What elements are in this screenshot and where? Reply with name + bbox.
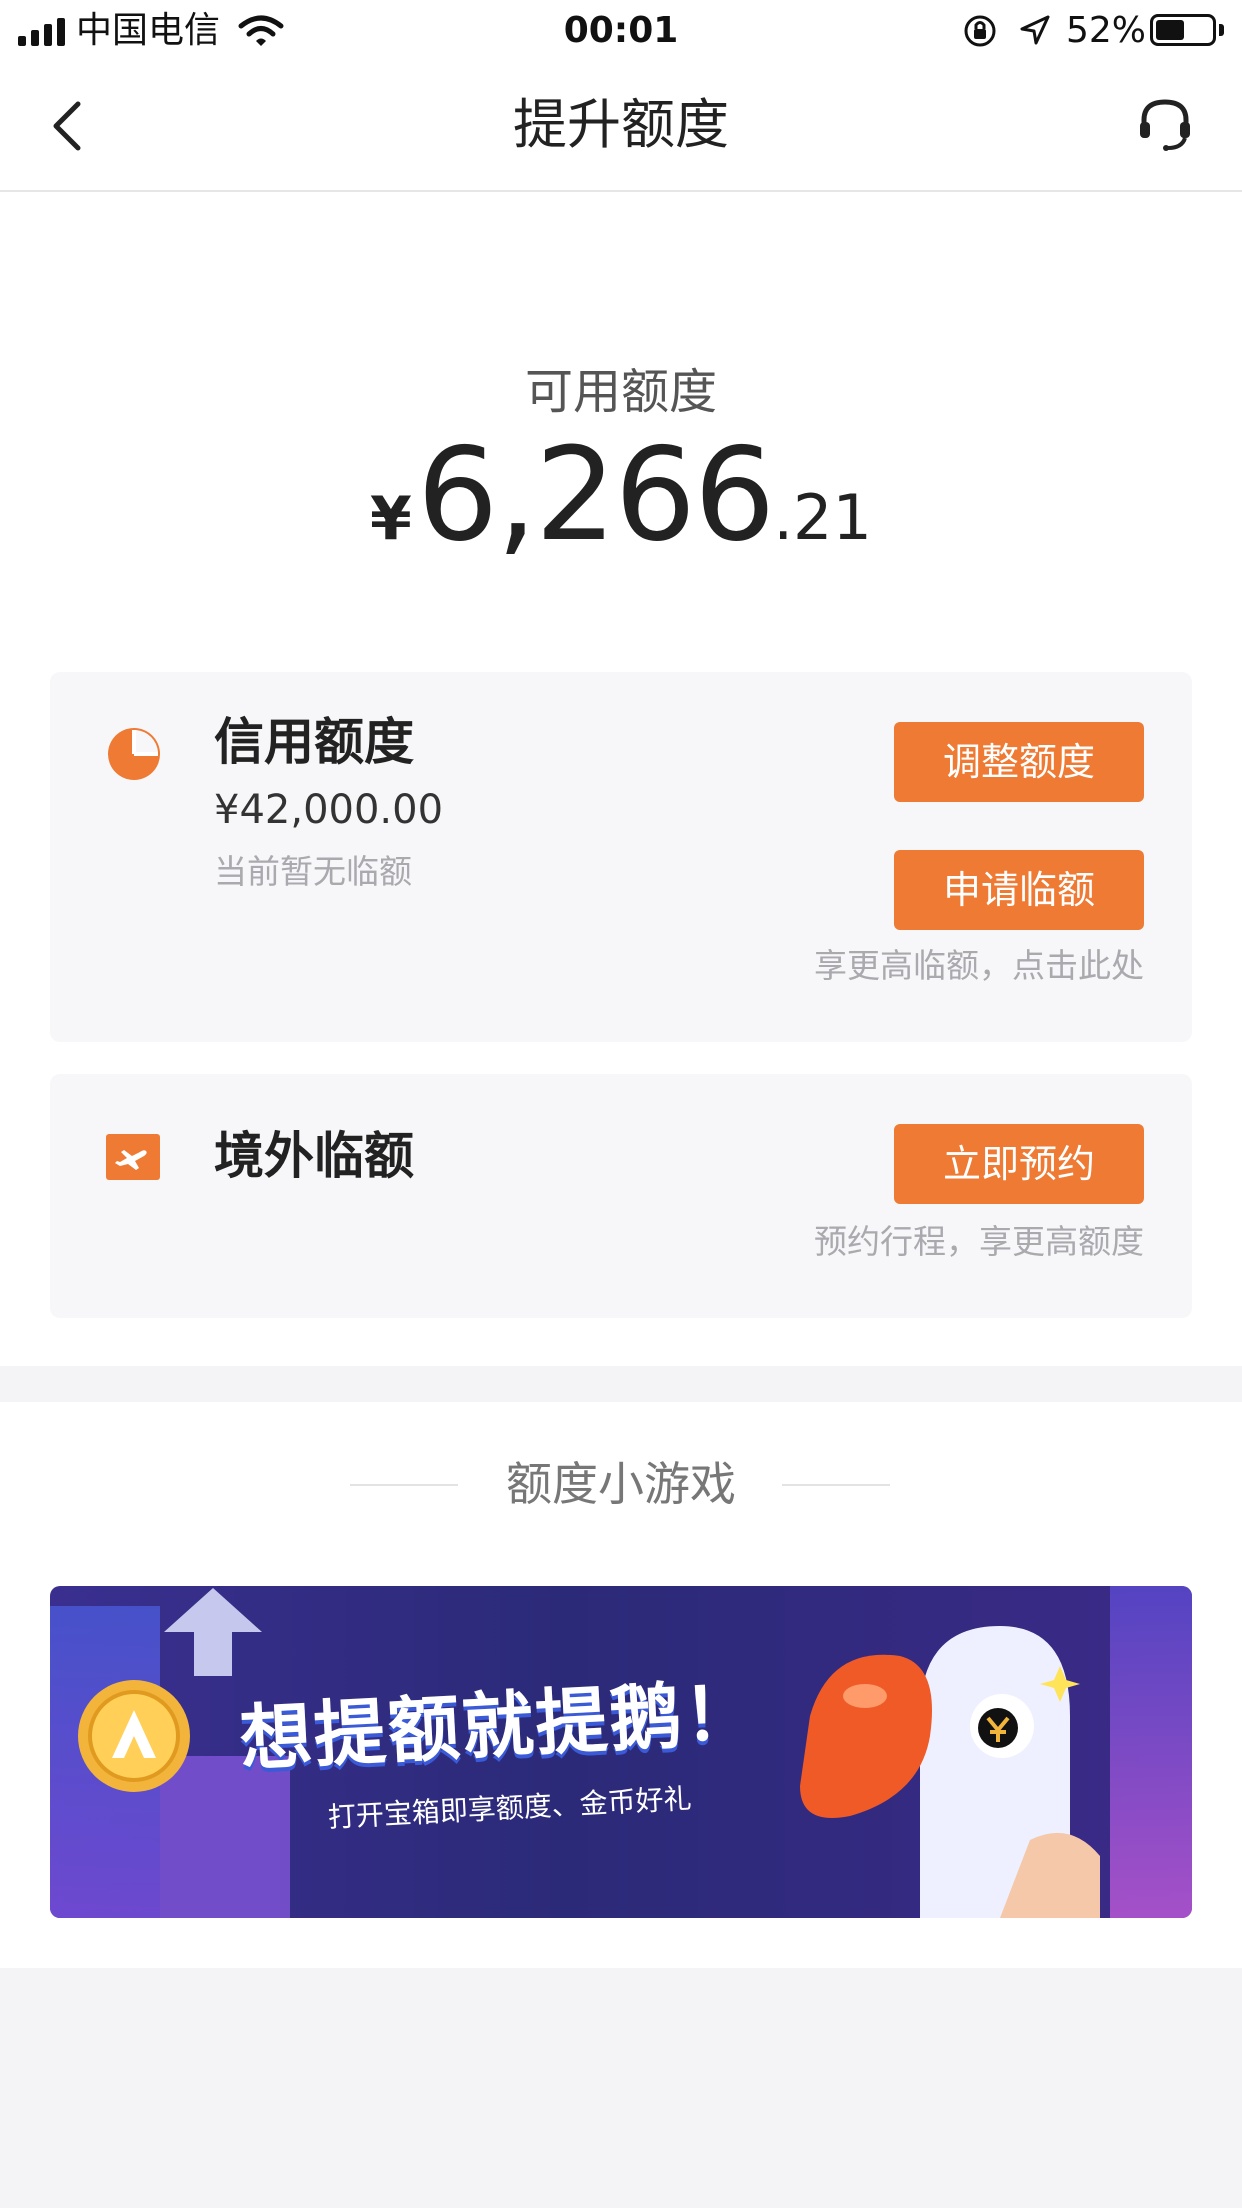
- reserve-now-button[interactable]: 立即预约: [894, 1124, 1144, 1204]
- orientation-lock-icon: [964, 15, 996, 47]
- amount-integer: 6,266: [416, 421, 775, 570]
- overseas-limit-card: 境外临额 立即预约 预约行程，享更高额度: [50, 1074, 1192, 1318]
- overseas-hint: 预约行程，享更高额度: [814, 1222, 1144, 1261]
- currency-symbol: ¥: [370, 484, 412, 554]
- divider-right: [782, 1484, 890, 1486]
- goose-mascot-icon: [800, 1626, 1100, 1918]
- battery-percent: 52%: [1066, 10, 1147, 51]
- airplane-icon: [106, 1134, 160, 1180]
- banner-building-right: [1110, 1586, 1192, 1918]
- available-amount: ¥ 6,266.21: [0, 426, 1242, 604]
- amount-decimal: .21: [773, 481, 872, 554]
- page-title: 提升额度: [513, 93, 729, 156]
- banner-subtitle: 打开宝箱即享额度、金币好礼: [327, 1781, 693, 1834]
- games-section-title: 额度小游戏: [506, 1457, 736, 1511]
- game-banner[interactable]: 想提额就提鹅！ 打开宝箱即享额度、金币好礼: [50, 1586, 1192, 1918]
- main-panel: 可用额度 ¥ 6,266.21 信用额度 ¥42,000.00 当前暂无临额 调…: [0, 192, 1242, 1366]
- nav-bar: 提升额度: [0, 62, 1242, 192]
- location-icon: [1020, 15, 1050, 45]
- temp-limit-hint-link[interactable]: 享更高临额，点击此处: [550, 944, 1144, 988]
- credit-limit-amount: ¥42,000.00: [214, 787, 444, 833]
- adjust-limit-button[interactable]: 调整额度: [894, 722, 1144, 802]
- overseas-limit-title: 境外临额: [214, 1127, 414, 1185]
- pie-chart-icon: [108, 728, 160, 780]
- arrow-up-icon: [164, 1588, 262, 1676]
- battery-icon: [1150, 14, 1216, 46]
- status-bar: 中国电信 00:01 52%: [0, 0, 1242, 62]
- credit-limit-title: 信用额度: [214, 713, 414, 771]
- available-label: 可用额度: [524, 364, 717, 420]
- temp-limit-status: 当前暂无临额: [214, 852, 412, 891]
- headset-icon[interactable]: [1132, 92, 1198, 158]
- battery-tip: [1219, 24, 1224, 36]
- gold-coin-icon: [78, 1680, 190, 1792]
- apply-temp-limit-button[interactable]: 申请临额: [894, 850, 1144, 930]
- banner-title: 想提额就提鹅！: [237, 1669, 760, 1781]
- time-label: 00:01: [563, 10, 679, 51]
- games-section: 额度小游戏 想提额就提鹅！ 打开宝箱即享额度、金币好礼: [0, 1402, 1242, 1968]
- credit-limit-card: 信用额度 ¥42,000.00 当前暂无临额 调整额度 申请临额 享更高临额，点…: [50, 672, 1192, 1042]
